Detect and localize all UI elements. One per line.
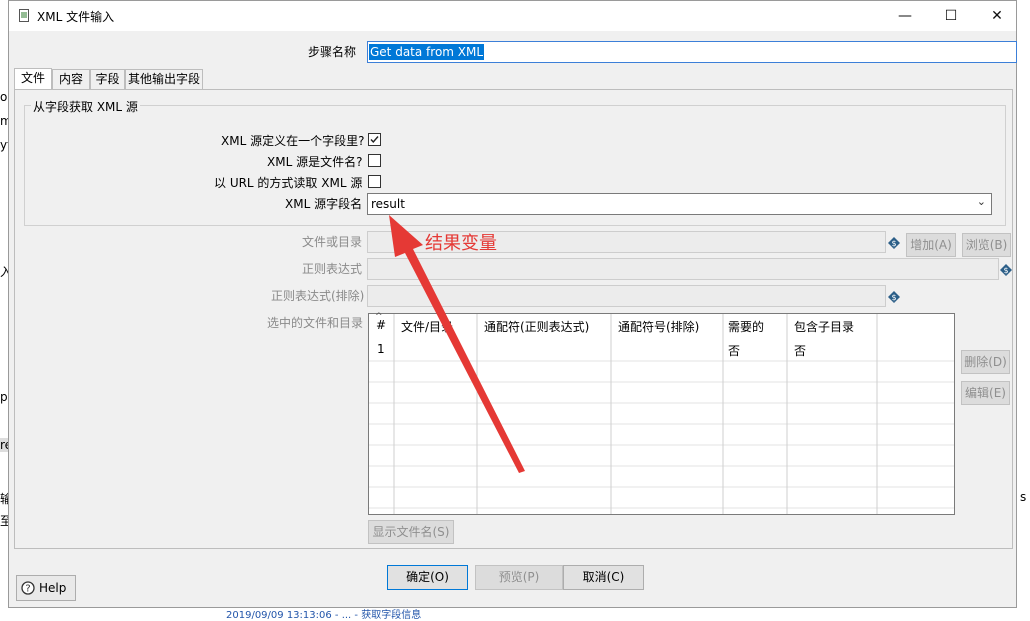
app-icon xyxy=(19,9,29,22)
variable-icon: $ xyxy=(888,237,900,249)
step-name-value: Get data from XML xyxy=(369,44,485,60)
chevron-down-icon: ⌄ xyxy=(976,195,986,208)
dialog-window: XML 文件输入 — ☐ ✕ 步骤名称 Get data from XML 文件… xyxy=(8,0,1017,608)
maximize-button[interactable]: ☐ xyxy=(928,1,974,31)
regex-label: 正则表达式 xyxy=(302,262,363,276)
read-as-url-label: 以 URL 的方式读取 XML 源 xyxy=(214,176,363,190)
svg-text:?: ? xyxy=(25,584,30,595)
close-icon: ✕ xyxy=(991,8,1003,24)
variable-icon: $ xyxy=(888,291,900,303)
checkmark-icon xyxy=(370,136,379,144)
window-title: XML 文件输入 xyxy=(37,10,115,24)
selected-files-label: 选中的文件和目录 xyxy=(267,316,364,330)
step-name-input[interactable]: Get data from XML xyxy=(367,41,1017,63)
variable-icon: $ xyxy=(1000,264,1012,276)
row-required[interactable]: 否 xyxy=(728,342,740,359)
xml-is-filename-label: XML 源是文件名? xyxy=(267,155,363,169)
delete-button[interactable]: 删除(D) xyxy=(961,350,1010,374)
svg-text:$: $ xyxy=(891,293,896,302)
help-label: Help xyxy=(39,581,67,595)
minimize-icon: — xyxy=(898,8,912,24)
read-as-url-checkbox[interactable] xyxy=(368,175,381,188)
file-or-dir-label: 文件或目录 xyxy=(302,235,363,249)
help-icon: ? xyxy=(21,581,35,595)
column-header-exclude[interactable]: 通配符号(排除) xyxy=(618,318,699,335)
annotation-text: 结果变量 xyxy=(425,233,497,254)
svg-text:$: $ xyxy=(891,239,896,248)
tab-file[interactable]: 文件 xyxy=(14,68,52,89)
preview-button[interactable]: 预览(P) xyxy=(475,565,563,590)
xml-in-field-label: XML 源定义在一个字段里? xyxy=(221,134,365,148)
tab-additional-output-fields[interactable]: 其他输出字段 xyxy=(125,69,203,89)
column-header-subdirs[interactable]: 包含子目录 xyxy=(794,318,854,335)
maximize-icon: ☐ xyxy=(944,8,958,24)
add-button[interactable]: 增加(A) xyxy=(906,233,956,257)
minimize-button[interactable]: — xyxy=(882,1,928,31)
browse-button[interactable]: 浏览(B) xyxy=(962,233,1011,257)
row-subdirs[interactable]: 否 xyxy=(794,342,806,359)
edit-button[interactable]: 编辑(E) xyxy=(961,381,1010,405)
tab-fields[interactable]: 字段 xyxy=(90,69,125,89)
xml-is-filename-checkbox[interactable] xyxy=(368,154,381,167)
close-button[interactable]: ✕ xyxy=(974,1,1020,31)
show-filenames-button[interactable]: 显示文件名(S) xyxy=(368,520,454,544)
bg-fragment: p xyxy=(0,390,8,404)
regex-exclude-label: 正则表达式(排除) xyxy=(271,289,365,303)
svg-text:$: $ xyxy=(1003,266,1008,275)
tab-content[interactable]: 内容 xyxy=(52,69,90,89)
help-button[interactable]: ? Help xyxy=(16,575,76,601)
step-name-label: 步骤名称 xyxy=(308,45,357,59)
xml-in-field-checkbox[interactable] xyxy=(368,133,381,146)
group-title: 从字段获取 XML 源 xyxy=(31,98,140,115)
ok-button[interactable]: 确定(O) xyxy=(387,565,468,590)
bg-fragment: s xyxy=(1020,490,1027,504)
cancel-button[interactable]: 取消(C) xyxy=(563,565,644,590)
title-bar: XML 文件输入 — ☐ ✕ xyxy=(9,1,1016,31)
xml-field-name-label: XML 源字段名 xyxy=(285,197,363,211)
column-header-required[interactable]: 需要的 xyxy=(728,318,764,335)
